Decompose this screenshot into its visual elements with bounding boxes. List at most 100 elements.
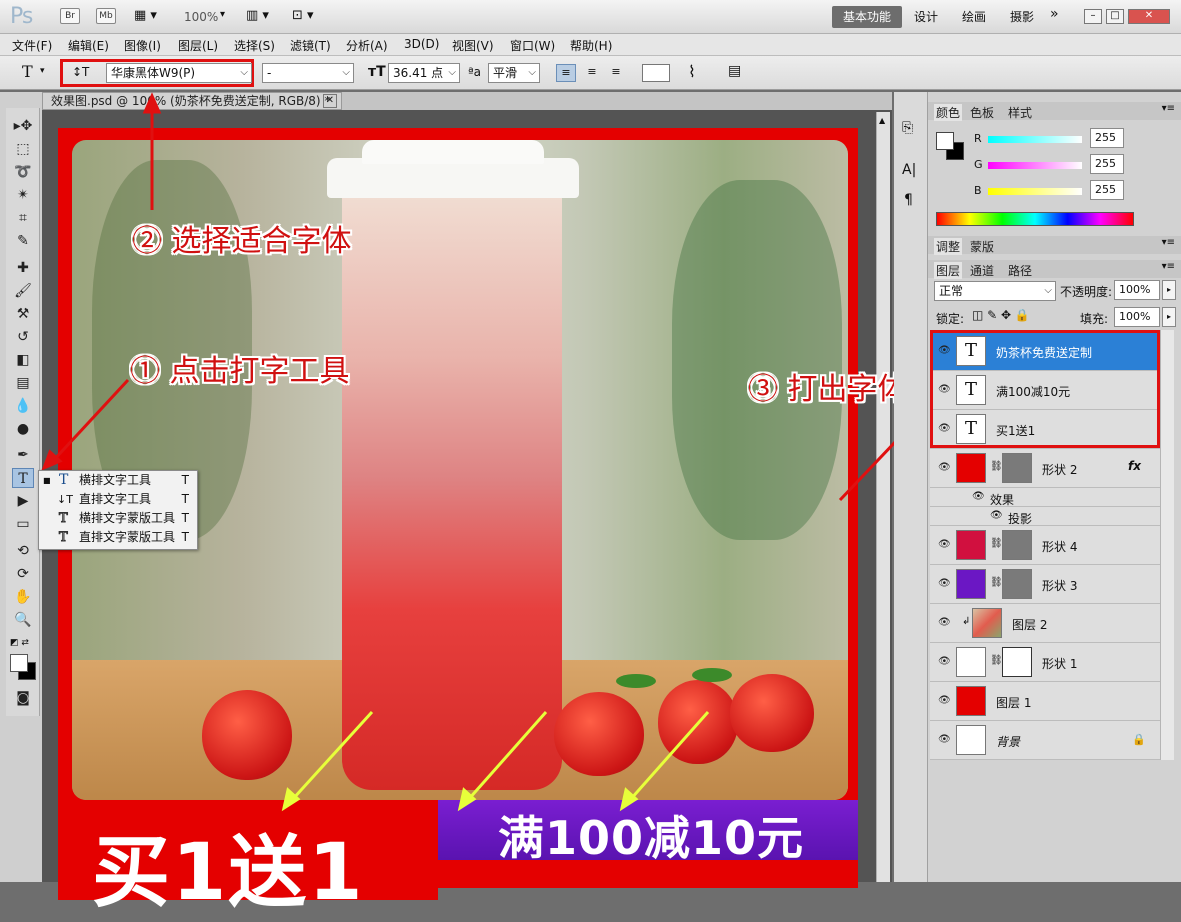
- green-label: G: [974, 158, 983, 171]
- flyout-label: 横排文字蒙版工具: [79, 511, 176, 525]
- blue-slider[interactable]: [988, 188, 1082, 195]
- history-panel-icon[interactable]: ⎘: [902, 120, 913, 136]
- chevron-down-icon: ⌵: [1044, 285, 1052, 296]
- drop-shadow-label: 投影: [1008, 512, 1033, 526]
- vector-mask-thumb: [1002, 647, 1032, 677]
- visibility-eye-icon[interactable]: 👁: [990, 510, 1003, 521]
- adjust-panel-tabs: 调整 蒙版 ▾≡: [928, 236, 1181, 255]
- opacity-slider-icon[interactable]: ▸: [1162, 280, 1176, 300]
- type-tool-flyout: ■ T 横排文字工具 T ↓T 直排文字工具 T T 横排文字蒙版工具 T T …: [38, 470, 198, 550]
- tab-styles[interactable]: 样式: [1008, 104, 1032, 121]
- fill-slider-icon[interactable]: ▸: [1162, 307, 1176, 327]
- blend-mode-select[interactable]: 正常 ⌵: [934, 281, 1056, 301]
- blend-mode-value: 正常: [939, 284, 964, 298]
- layer-name: 图层 1: [996, 696, 1032, 710]
- tab-paths[interactable]: 路径: [1008, 262, 1032, 279]
- green-slider[interactable]: [988, 162, 1082, 169]
- color-spectrum-bar[interactable]: [936, 212, 1134, 226]
- arrow-head: [142, 92, 162, 114]
- horizontal-type-icon: T: [59, 472, 69, 488]
- link-icon: ⛓: [990, 538, 1003, 549]
- flyout-shortcut: T: [181, 530, 189, 544]
- color-panel-tabs: 颜色 色板 样式 ▾≡: [928, 102, 1181, 121]
- red-slider[interactable]: [988, 136, 1082, 143]
- panel-menu-icon[interactable]: ▾≡: [1162, 261, 1175, 272]
- layer-row-shape[interactable]: 👁 ⛓ 形状 2 fx: [930, 449, 1160, 488]
- flyout-label: 直排文字蒙版工具: [79, 530, 176, 544]
- link-icon: ⛓: [990, 655, 1003, 666]
- layer-name: 形状 3: [1042, 579, 1078, 593]
- fill-field[interactable]: 100%: [1114, 307, 1160, 327]
- annotation-step1: ① 点击打字工具: [130, 354, 350, 389]
- flyout-shortcut: T: [181, 492, 189, 506]
- layers-panel-tabs: 图层 通道 路径 ▾≡: [928, 260, 1181, 279]
- foreground-color-swatch[interactable]: [10, 654, 28, 672]
- flyout-item-vertical-type-mask[interactable]: T 直排文字蒙版工具 T: [39, 528, 197, 547]
- panel-menu-icon[interactable]: ▾≡: [1162, 103, 1175, 114]
- tab-layers[interactable]: 图层: [934, 262, 963, 279]
- visibility-eye-icon[interactable]: 👁: [972, 491, 985, 502]
- arrow-yellow: [466, 711, 548, 801]
- fx-icon[interactable]: fx: [1128, 459, 1141, 473]
- layer-row-shape[interactable]: 👁 ⛓ 形状 3: [930, 565, 1160, 604]
- tab-adjustments[interactable]: 调整: [934, 238, 963, 255]
- layer-row-shape[interactable]: 👁 ⛓ 形状 4: [930, 526, 1160, 565]
- color-fg-swatch[interactable]: [936, 132, 954, 150]
- lock-label: 锁定:: [936, 312, 965, 326]
- layer-row-fill[interactable]: 👁 图层 1: [930, 682, 1160, 721]
- flyout-label: 直排文字工具: [79, 492, 152, 506]
- effects-label: 效果: [990, 493, 1015, 507]
- paragraph-panel-icon[interactable]: ¶: [904, 192, 913, 208]
- layer-row-image[interactable]: 👁 ↲ 图层 2: [930, 604, 1160, 643]
- annotation-step2: ② 选择适合字体: [132, 224, 352, 259]
- vector-mask-thumb: [1002, 530, 1032, 560]
- layer-name: 形状 4: [1042, 540, 1078, 554]
- visibility-eye-icon[interactable]: 👁: [938, 734, 951, 745]
- horizontal-type-mask-icon: T: [59, 511, 69, 527]
- green-value-field[interactable]: 255: [1090, 154, 1124, 174]
- layer-effect-drop-shadow[interactable]: 👁 投影: [930, 507, 1160, 526]
- tab-color[interactable]: 颜色: [934, 104, 963, 121]
- shape-color-thumb: [956, 530, 986, 560]
- layer-row-background[interactable]: 👁 背景 🔒: [930, 721, 1160, 760]
- link-icon: ⛓: [990, 577, 1003, 588]
- flyout-shortcut: T: [181, 473, 189, 487]
- visibility-eye-icon[interactable]: 👁: [938, 656, 951, 667]
- flyout-item-horizontal-type-mask[interactable]: T 横排文字蒙版工具 T: [39, 509, 197, 528]
- lock-icons[interactable]: ◫ ✎ ✥ 🔒: [972, 308, 1030, 322]
- link-icon: ⛓: [990, 461, 1003, 472]
- character-panel-icon[interactable]: A|: [902, 162, 916, 178]
- panel-dock: ⎘ A| ¶: [894, 92, 928, 882]
- layer-name: 图层 2: [1012, 618, 1048, 632]
- layer-effects-row[interactable]: 👁 效果: [930, 488, 1160, 507]
- tab-swatches[interactable]: 色板: [970, 104, 994, 121]
- panel-menu-icon[interactable]: ▾≡: [1162, 237, 1175, 248]
- layer-name: 形状 1: [1042, 657, 1078, 671]
- flyout-item-horizontal-type[interactable]: ■ T 横排文字工具 T: [39, 471, 197, 490]
- red-value-field[interactable]: 255: [1090, 128, 1124, 148]
- fill-label: 填充:: [1080, 312, 1109, 326]
- tab-channels[interactable]: 通道: [970, 262, 994, 279]
- arrow-yellow: [628, 711, 710, 801]
- arrow-head: [281, 787, 301, 812]
- layer-row-shape[interactable]: 👁 ⛓ 形状 1: [930, 643, 1160, 682]
- layer-name: 形状 2: [1042, 463, 1078, 477]
- vertical-type-mask-icon: T: [59, 530, 69, 546]
- text-layers-highlight-box: [930, 330, 1160, 448]
- layers-scrollbar[interactable]: [1160, 330, 1174, 760]
- shape-color-thumb: [956, 453, 986, 483]
- tab-masks[interactable]: 蒙版: [970, 238, 994, 255]
- flyout-item-vertical-type[interactable]: ↓T 直排文字工具 T: [39, 490, 197, 509]
- visibility-eye-icon[interactable]: 👁: [938, 539, 951, 550]
- opacity-field[interactable]: 100%: [1114, 280, 1160, 300]
- visibility-eye-icon[interactable]: 👁: [938, 578, 951, 589]
- arrow-yellow: [290, 710, 374, 802]
- visibility-eye-icon[interactable]: 👁: [938, 695, 951, 706]
- visibility-eye-icon[interactable]: 👁: [938, 462, 951, 473]
- vertical-type-icon: ↓T: [57, 493, 73, 506]
- vector-mask-thumb: [1002, 453, 1032, 483]
- blue-value-field[interactable]: 255: [1090, 180, 1124, 200]
- arrow-head: [619, 787, 639, 812]
- selected-bullet-icon: ■: [43, 476, 51, 485]
- visibility-eye-icon[interactable]: 👁: [938, 617, 951, 628]
